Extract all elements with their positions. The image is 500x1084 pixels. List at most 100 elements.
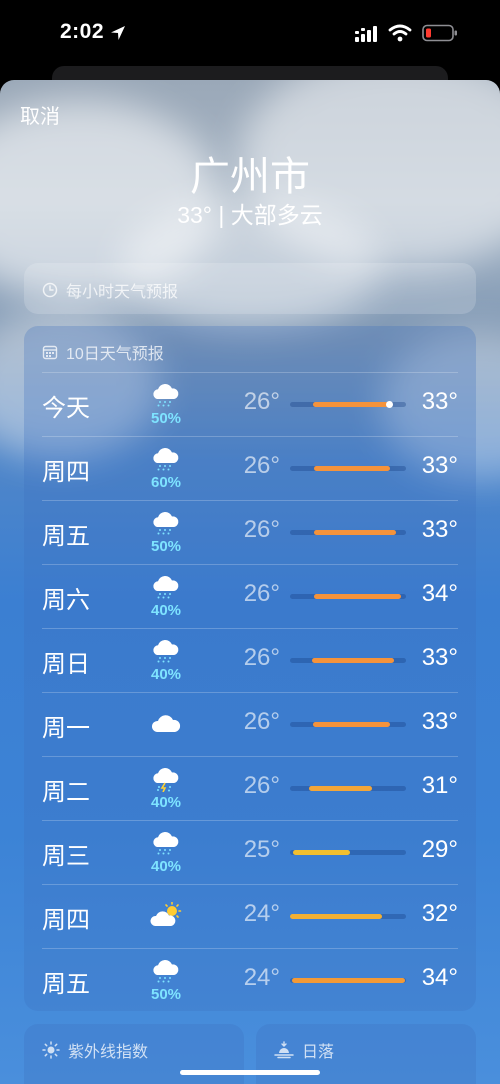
temperature-range-bar bbox=[290, 401, 406, 408]
precipitation-chance: 50% bbox=[150, 410, 182, 427]
sun-icon bbox=[42, 1041, 60, 1059]
low-temperature: 26° bbox=[243, 388, 280, 415]
high-temperature: 29° bbox=[421, 836, 458, 863]
calendar-icon bbox=[42, 345, 58, 360]
row-divider bbox=[42, 692, 458, 693]
cloud-rain-icon bbox=[150, 638, 182, 664]
temperature-range-bar bbox=[290, 850, 406, 855]
forecast-day: 周五 bbox=[42, 523, 90, 550]
high-temperature: 31° bbox=[421, 772, 458, 799]
temperature-range-fill bbox=[313, 722, 390, 727]
row-divider bbox=[42, 884, 458, 885]
row-divider bbox=[42, 820, 458, 821]
forecast-row[interactable]: 周六 40% 26° 34° bbox=[24, 564, 476, 628]
cloud-rain-icon bbox=[150, 510, 182, 536]
high-temperature: 33° bbox=[421, 644, 458, 671]
cancel-button[interactable]: 取消 bbox=[20, 100, 60, 129]
row-divider bbox=[42, 372, 458, 373]
sunset-header: 日落 bbox=[274, 1038, 334, 1062]
clock-icon bbox=[42, 282, 58, 298]
low-temperature: 25° bbox=[243, 836, 280, 863]
high-temperature: 33° bbox=[421, 708, 458, 735]
cloud-rain-icon bbox=[150, 574, 182, 600]
current-temperature-dot bbox=[385, 401, 393, 408]
low-temperature: 26° bbox=[243, 452, 280, 479]
row-divider bbox=[42, 500, 458, 501]
cloud-rain-icon bbox=[150, 958, 182, 984]
cellular-signal-icon bbox=[355, 26, 377, 42]
forecast-row[interactable]: 周日 40% 26° 33° bbox=[24, 628, 476, 692]
temperature-range-bar bbox=[290, 978, 406, 983]
forecast-day: 今天 bbox=[42, 395, 90, 422]
low-temperature: 24° bbox=[243, 964, 280, 991]
temperature-range-fill bbox=[313, 402, 391, 407]
row-divider bbox=[42, 628, 458, 629]
low-temperature: 26° bbox=[243, 580, 280, 607]
row-divider bbox=[42, 436, 458, 437]
forecast-row[interactable]: 周四 24° 32° bbox=[24, 884, 476, 948]
row-divider bbox=[42, 756, 458, 757]
hourly-forecast-header: 每小时天气预报 bbox=[42, 278, 178, 302]
precipitation-chance: 60% bbox=[150, 474, 182, 491]
home-indicator[interactable] bbox=[180, 1070, 320, 1075]
ten-day-forecast-header: 10日天气预报 bbox=[42, 340, 164, 364]
cloud-rain-icon bbox=[150, 382, 182, 408]
forecast-row[interactable]: 周一 26° 33° bbox=[24, 692, 476, 756]
cloud-bolt-rain-icon bbox=[150, 766, 182, 793]
forecast-row[interactable]: 周三 40% 25° 29° bbox=[24, 820, 476, 884]
temperature-range-bar bbox=[290, 914, 406, 919]
forecast-row[interactable]: 今天 50% 26° 33° bbox=[24, 372, 476, 436]
hourly-forecast-title: 每小时天气预报 bbox=[66, 284, 179, 301]
sunset-title: 日落 bbox=[302, 1044, 335, 1061]
temperature-range-fill bbox=[314, 466, 390, 471]
temperature-range-fill bbox=[293, 850, 351, 855]
forecast-day: 周五 bbox=[42, 971, 90, 998]
forecast-day: 周四 bbox=[42, 459, 90, 486]
current-summary: 33° | 大部多云 bbox=[177, 202, 323, 228]
temperature-range-fill bbox=[312, 658, 395, 663]
precipitation-chance: 40% bbox=[150, 858, 182, 875]
low-temperature: 26° bbox=[243, 644, 280, 671]
hourly-forecast-card[interactable]: 每小时天气预报 bbox=[24, 263, 476, 314]
high-temperature: 32° bbox=[421, 900, 458, 927]
sunset-icon bbox=[274, 1041, 294, 1059]
high-temperature: 33° bbox=[421, 516, 458, 543]
temperature-range-fill bbox=[308, 786, 373, 791]
precipitation-chance: 40% bbox=[150, 794, 182, 811]
forecast-day: 周六 bbox=[42, 587, 90, 614]
high-temperature: 33° bbox=[421, 452, 458, 479]
low-temperature: 26° bbox=[243, 516, 280, 543]
temperature-range-bar bbox=[290, 786, 406, 791]
forecast-day: 周二 bbox=[42, 779, 90, 806]
row-divider bbox=[42, 564, 458, 565]
cloud-rain-icon bbox=[150, 446, 182, 472]
low-temperature: 26° bbox=[243, 708, 280, 735]
status-time: 2:02 bbox=[60, 20, 105, 43]
high-temperature: 34° bbox=[421, 580, 458, 607]
sunset-card[interactable]: 日落 bbox=[256, 1024, 476, 1084]
uv-index-header: 紫外线指数 bbox=[42, 1038, 148, 1062]
temperature-range-bar bbox=[290, 722, 406, 727]
temperature-range-bar bbox=[290, 530, 406, 535]
cloud-icon bbox=[150, 710, 182, 736]
temperature-range-bar bbox=[290, 658, 406, 663]
cloud-rain-icon bbox=[150, 830, 182, 856]
ten-day-forecast-title: 10日天气预报 bbox=[66, 346, 164, 363]
forecast-day: 周一 bbox=[42, 715, 90, 742]
temperature-range-fill bbox=[314, 594, 402, 599]
row-divider bbox=[42, 948, 458, 949]
location-arrow-icon bbox=[111, 26, 125, 40]
uv-index-card[interactable]: 紫外线指数 bbox=[24, 1024, 244, 1084]
forecast-row[interactable]: 周二 40% 26° 31° bbox=[24, 756, 476, 820]
temperature-range-fill bbox=[292, 978, 405, 983]
forecast-row[interactable]: 周四 60% 26° 33° bbox=[24, 436, 476, 500]
cloud-sun-icon bbox=[150, 901, 182, 928]
temperature-range-bar bbox=[290, 594, 406, 599]
ten-day-forecast-card: 10日天气预报 今天 50% 26° 33° 周四 60% 26° 33° 周五 50% 26° 33… bbox=[24, 326, 476, 1011]
temperature-range-fill bbox=[314, 530, 396, 535]
low-temperature: 26° bbox=[243, 772, 280, 799]
forecast-row[interactable]: 周五 50% 26° 33° bbox=[24, 500, 476, 564]
forecast-row[interactable]: 周五 50% 24° 34° bbox=[24, 948, 476, 1012]
low-temperature: 24° bbox=[243, 900, 280, 927]
high-temperature: 33° bbox=[421, 388, 458, 415]
